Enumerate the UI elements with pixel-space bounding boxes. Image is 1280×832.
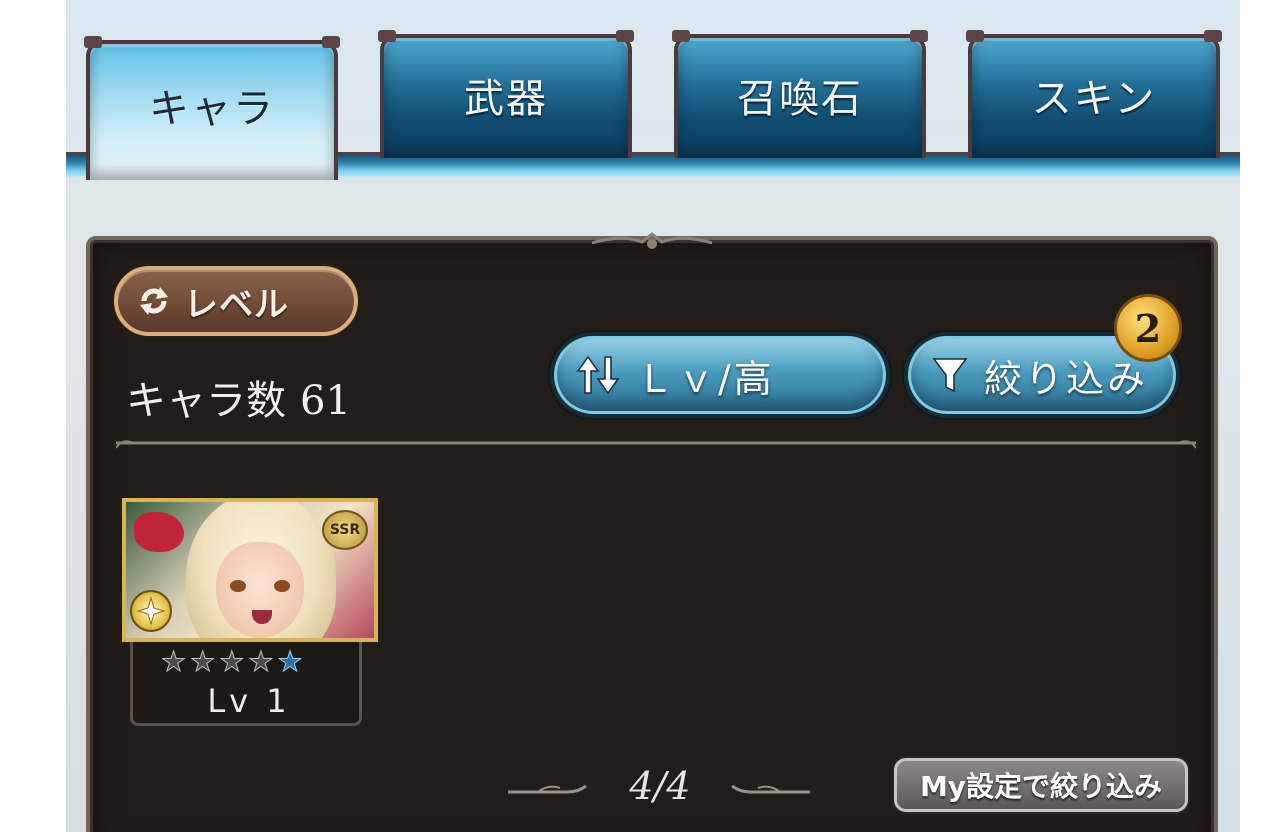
level-toggle-button[interactable]: レベル [114, 266, 358, 336]
section-divider [116, 440, 1196, 449]
rarity-badge: SSR [322, 510, 368, 550]
sort-label: Ｌｖ/高 [636, 356, 775, 401]
my-settings-filter-button[interactable]: My設定で絞り込み [894, 758, 1188, 812]
tab-label: 召喚石 [737, 76, 863, 122]
tab-characters[interactable]: キャラ [84, 36, 340, 180]
tab-summons[interactable]: 召喚石 [672, 30, 928, 158]
prev-page-ornament[interactable] [508, 782, 588, 796]
panel-top-ornament [592, 232, 712, 249]
my-settings-filter-label: My設定で絞り込み [919, 770, 1163, 803]
uncap-stars: ★ ★ ★ ★ ★ [160, 645, 303, 678]
star-icon: ★ [160, 645, 187, 678]
character-portrait: SSR [122, 498, 378, 642]
character-count-value: 61 [300, 378, 351, 424]
light-element-icon [130, 590, 172, 632]
tab-label: キャラ [149, 86, 275, 132]
tab-label: 武器 [464, 76, 548, 122]
level-toggle-label: レベル [184, 284, 289, 325]
funnel-icon [932, 355, 968, 395]
star-icon: ★ [219, 645, 245, 678]
cycle-icon [134, 281, 174, 321]
star-icon: ★ [248, 645, 274, 678]
character-info: ★ ★ ★ ★ ★ Lv 1 [130, 642, 362, 726]
tab-weapons[interactable]: 武器 [378, 30, 634, 158]
tab-bar: キャラ 武器 召喚石 スキン [66, 0, 1240, 190]
character-card[interactable]: SSR ★ ★ ★ ★ ★ Lv 1 [122, 498, 378, 726]
filter-count-badge: 2 [1114, 294, 1182, 362]
character-count: キャラ数 61 [126, 368, 351, 426]
star-icon-highlighted: ★ [277, 645, 303, 678]
character-list-panel: レベル キャラ数 61 Ｌｖ/高 絞り込み 2 SSR ★ ★ ★ ★ ★ Lv… [86, 232, 1218, 832]
sort-arrows-icon [576, 353, 620, 397]
character-level: Lv 1 [207, 682, 291, 720]
tab-skins[interactable]: スキン [966, 30, 1222, 158]
filter-label: 絞り込み [984, 356, 1149, 401]
character-count-label: キャラ数 [126, 378, 286, 424]
pagination: 4/4 [490, 760, 830, 816]
star-icon: ★ [190, 645, 216, 678]
page-indicator: 4/4 [629, 764, 691, 808]
tab-label: スキン [1031, 76, 1157, 122]
app-screen: キャラ 武器 召喚石 スキン レベル キャラ数 61 Ｌｖ/高 絞り込み 2 S… [66, 0, 1240, 832]
next-page-ornament[interactable] [730, 782, 810, 796]
sort-button[interactable]: Ｌｖ/高 [550, 332, 890, 418]
